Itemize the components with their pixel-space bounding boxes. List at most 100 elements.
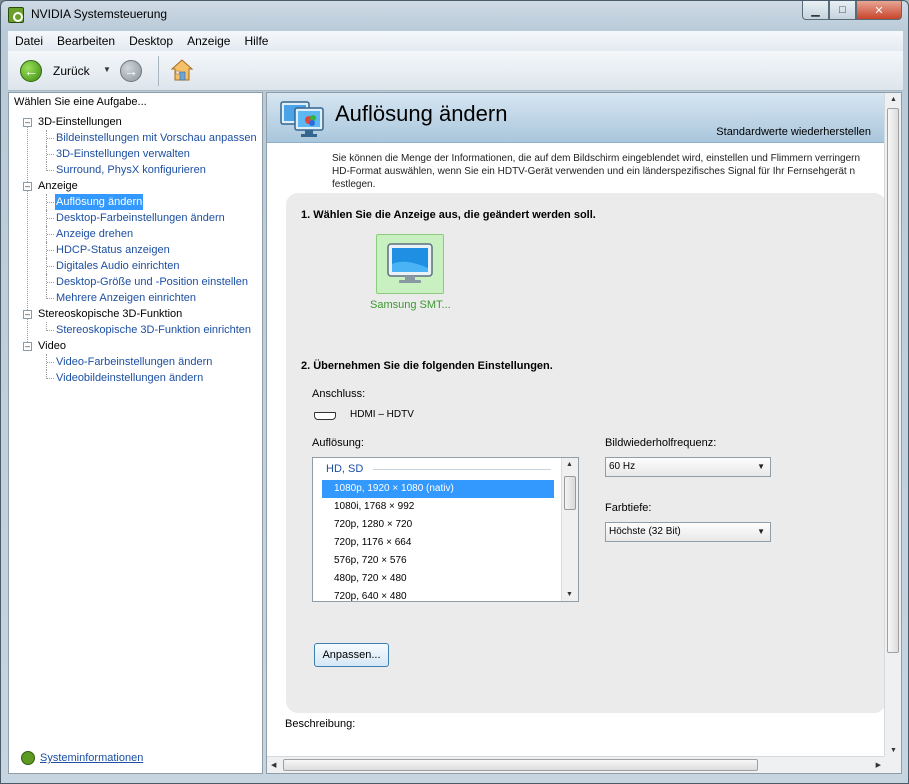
- display-tile[interactable]: [376, 234, 444, 294]
- collapse-icon[interactable]: –: [23, 342, 32, 351]
- scroll-up-icon[interactable]: ▲: [890, 96, 897, 103]
- menu-anzeige[interactable]: Anzeige: [180, 34, 237, 48]
- task-pane: Wählen Sie eine Aufgabe... – 3D-Einstell…: [8, 92, 263, 774]
- scrollbar-corner: [884, 756, 901, 773]
- step1-heading: 1. Wählen Sie die Anzeige aus, die geänd…: [301, 209, 596, 221]
- collapse-icon[interactable]: –: [23, 182, 32, 191]
- list-scroll-thumb[interactable]: [564, 476, 576, 510]
- collapse-icon[interactable]: –: [23, 118, 32, 127]
- customize-button[interactable]: Anpassen...: [314, 643, 389, 667]
- system-info-link[interactable]: Systeminformationen: [40, 752, 143, 764]
- tree-item-surround-physx[interactable]: Surround, PhysX konfigurieren: [9, 162, 262, 178]
- color-depth-value: Höchste (32 Bit): [609, 526, 681, 537]
- refresh-rate-select[interactable]: 60 Hz ▼: [605, 457, 771, 477]
- tree-item-aufloesung[interactable]: Auflösung ändern: [9, 194, 262, 210]
- resolution-option[interactable]: 1080i, 1768 × 992: [322, 498, 554, 516]
- tree-item-desktop-farbe[interactable]: Desktop-Farbeinstellungen ändern: [9, 210, 262, 226]
- tree-item-digitales-audio[interactable]: Digitales Audio einrichten: [9, 258, 262, 274]
- tree-item-stereo-einrichten[interactable]: Stereoskopische 3D-Funktion einrichten: [9, 322, 262, 338]
- resolution-options: 1080p, 1920 × 1080 (nativ) 1080i, 1768 ×…: [322, 480, 554, 601]
- connection-label: Anschluss:: [312, 388, 366, 400]
- monitor-icon: [387, 243, 433, 283]
- tree-item-bildeinstellungen[interactable]: Bildeinstellungen mit Vorschau anpassen: [9, 130, 262, 146]
- close-button[interactable]: ✕: [856, 1, 902, 20]
- page-banner: Auflösung ändern Standardwerte wiederher…: [267, 93, 885, 143]
- tree-item-video-farbe[interactable]: Video-Farbeinstellungen ändern: [9, 354, 262, 370]
- window-controls: ▁ □ ✕: [802, 1, 902, 20]
- menu-desktop[interactable]: Desktop: [122, 34, 180, 48]
- task-tree: – 3D-Einstellungen Bildeinstellungen mit…: [9, 114, 262, 386]
- intro-line: Sie können die Menge der Informationen, …: [332, 153, 861, 164]
- vertical-scroll-thumb[interactable]: [887, 108, 899, 653]
- minimize-button[interactable]: ▁: [802, 1, 829, 20]
- tree-category-anzeige[interactable]: – Anzeige: [9, 178, 262, 194]
- task-pane-header: Wählen Sie eine Aufgabe...: [14, 96, 147, 108]
- resolution-option[interactable]: 720p, 640 × 480: [322, 588, 554, 601]
- content-horizontal-scrollbar[interactable]: ◀ ▶: [267, 756, 885, 773]
- maximize-button[interactable]: □: [829, 1, 856, 20]
- home-icon[interactable]: [170, 58, 194, 82]
- chevron-down-icon: ▼: [757, 527, 765, 536]
- chevron-down-icon: ▼: [757, 462, 765, 471]
- connection-value: HDMI – HDTV: [350, 409, 414, 420]
- restore-defaults-link[interactable]: Standardwerte wiederherstellen: [716, 126, 871, 138]
- tree-item-hdcp-status[interactable]: HDCP-Status anzeigen: [9, 242, 262, 258]
- menu-datei[interactable]: Datei: [8, 34, 50, 48]
- scroll-down-icon[interactable]: ▼: [890, 747, 897, 754]
- tree-category-stereo[interactable]: – Stereoskopische 3D-Funktion: [9, 306, 262, 322]
- scroll-left-icon[interactable]: ◀: [271, 761, 276, 769]
- tree-item-mehrere-anzeigen[interactable]: Mehrere Anzeigen einrichten: [9, 290, 262, 306]
- title-bar[interactable]: NVIDIA Systemsteuerung ▁ □ ✕: [1, 1, 908, 29]
- toolbar-separator: [158, 56, 159, 86]
- resolution-label: Auflösung:: [312, 437, 364, 449]
- intro-line: HD-Format auswählen, wenn Sie ein HDTV-G…: [332, 166, 856, 177]
- display-settings-icon: [280, 101, 324, 137]
- resolution-option[interactable]: 576p, 720 × 576: [322, 552, 554, 570]
- history-dropdown-icon[interactable]: ▼: [103, 65, 111, 74]
- back-button-label[interactable]: Zurück: [53, 64, 90, 78]
- menu-bar: Datei Bearbeiten Desktop Anzeige Hilfe: [8, 31, 903, 51]
- resolution-option[interactable]: 480p, 720 × 480: [322, 570, 554, 588]
- scroll-right-icon[interactable]: ▶: [876, 761, 881, 769]
- group-divider: [373, 469, 551, 470]
- resolution-option[interactable]: 720p, 1280 × 720: [322, 516, 554, 534]
- hdmi-icon: [314, 412, 336, 420]
- tree-category-3d[interactable]: – 3D-Einstellungen: [9, 114, 262, 130]
- color-depth-label: Farbtiefe:: [605, 502, 652, 514]
- settings-panel: 1. Wählen Sie die Anzeige aus, die geänd…: [286, 193, 886, 713]
- tree-category-video[interactable]: – Video: [9, 338, 262, 354]
- horizontal-scroll-thumb[interactable]: [283, 759, 758, 771]
- content-vertical-scrollbar[interactable]: ▲ ▼: [884, 93, 901, 757]
- menu-hilfe[interactable]: Hilfe: [237, 34, 275, 48]
- tree-item-anzeige-drehen[interactable]: Anzeige drehen: [9, 226, 262, 242]
- system-info: Systeminformationen: [21, 751, 143, 765]
- menu-bearbeiten[interactable]: Bearbeiten: [50, 34, 122, 48]
- tree-item-videobild[interactable]: Videobildeinstellungen ändern: [9, 370, 262, 386]
- app-window: NVIDIA Systemsteuerung ▁ □ ✕ Datei Bearb…: [0, 0, 909, 784]
- color-depth-select[interactable]: Höchste (32 Bit) ▼: [605, 522, 771, 542]
- forward-arrow-icon[interactable]: →: [120, 60, 142, 82]
- intro-line: festlegen.: [332, 179, 376, 190]
- tree-item-desktop-groesse[interactable]: Desktop-Größe und -Position einstellen: [9, 274, 262, 290]
- resolution-group-heading: HD, SD: [326, 463, 364, 475]
- resolution-option[interactable]: 1080p, 1920 × 1080 (nativ): [322, 480, 554, 498]
- scroll-up-icon[interactable]: ▲: [566, 461, 573, 468]
- refresh-rate-label: Bildwiederholfrequenz:: [605, 437, 717, 449]
- collapse-icon[interactable]: –: [23, 310, 32, 319]
- list-scrollbar[interactable]: ▲ ▼: [561, 458, 578, 601]
- window-title: NVIDIA Systemsteuerung: [31, 7, 168, 21]
- resolution-option[interactable]: 720p, 1176 × 664: [322, 534, 554, 552]
- tree-item-3d-verwalten[interactable]: 3D-Einstellungen verwalten: [9, 146, 262, 162]
- nvidia-app-icon: [8, 7, 24, 23]
- info-icon: [21, 751, 35, 765]
- resolution-list[interactable]: HD, SD 1080p, 1920 × 1080 (nativ) 1080i,…: [312, 457, 579, 602]
- back-arrow-icon[interactable]: ←: [20, 60, 42, 82]
- description-label: Beschreibung:: [285, 718, 356, 730]
- page-title: Auflösung ändern: [335, 101, 508, 126]
- display-name[interactable]: Samsung SMT...: [370, 299, 451, 311]
- step2-heading: 2. Übernehmen Sie die folgenden Einstell…: [301, 360, 553, 372]
- scroll-down-icon[interactable]: ▼: [566, 591, 573, 598]
- intro-text: Sie können die Menge der Informationen, …: [332, 152, 887, 191]
- toolbar: ← Zurück ▼ →: [8, 51, 903, 91]
- content-pane: Auflösung ändern Standardwerte wiederher…: [266, 92, 902, 774]
